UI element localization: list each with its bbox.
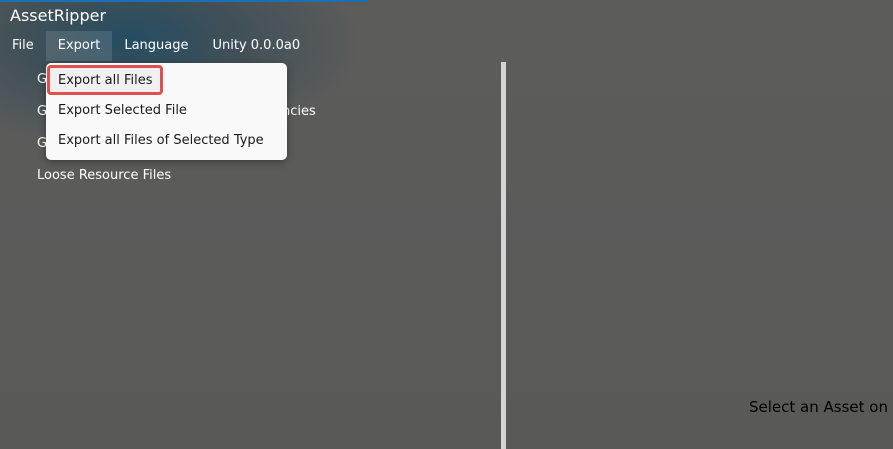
menu-item-export-all-files-of-selected-type[interactable]: Export all Files of Selected Type: [58, 133, 264, 148]
tree-item-loose-resource-files[interactable]: Loose Resource Files: [37, 160, 171, 192]
menubar: File Export Language Unity 0.0.0a0: [0, 31, 312, 61]
menu-export[interactable]: Export: [45, 31, 113, 61]
menu-language[interactable]: Language: [112, 31, 200, 61]
pane-splitter[interactable]: [501, 62, 506, 449]
viewer-placeholder: Select an Asset on: [749, 398, 888, 416]
app-title: AssetRipper: [10, 6, 107, 25]
title-accent-line: [0, 0, 368, 2]
menu-file[interactable]: File: [0, 31, 46, 61]
menu-item-export-all-files[interactable]: Export all Files: [58, 73, 153, 88]
menu-item-export-selected-file[interactable]: Export Selected File: [58, 103, 187, 118]
app-window: AssetRipper File Export Language Unity 0…: [0, 0, 893, 449]
menu-unity-version[interactable]: Unity 0.0.0a0: [200, 31, 312, 61]
tree-item-2-partial: ncies: [282, 104, 316, 119]
